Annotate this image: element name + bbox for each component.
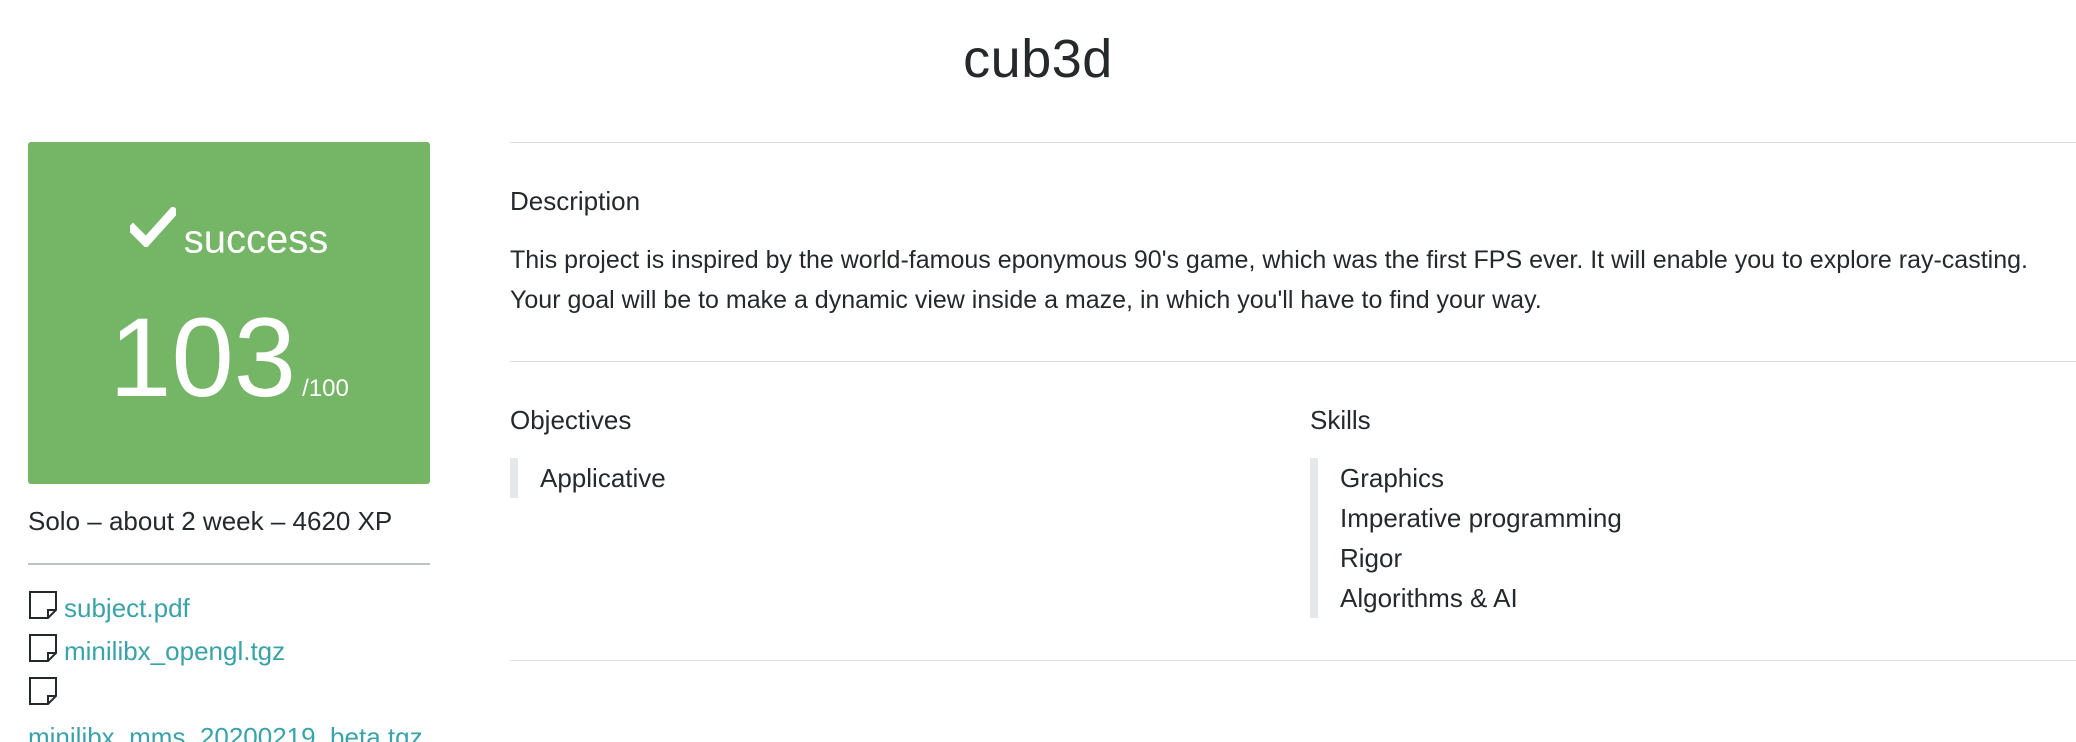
list-item: Applicative: [540, 463, 666, 493]
description-heading: Description: [510, 186, 641, 216]
skills-list: Graphics Imperative programming Rigor Al…: [1310, 458, 1622, 618]
score-card: success 103/100: [28, 142, 430, 484]
list-item: Imperative programming: [1340, 503, 1622, 533]
checkmark-icon: [126, 206, 180, 259]
status-row: success: [28, 206, 430, 264]
document-icon: [28, 633, 58, 674]
attachment-link[interactable]: minilibx_opengl.tgz: [64, 636, 285, 666]
divider: [510, 142, 2076, 143]
document-icon: [28, 590, 58, 631]
attachment-item[interactable]: minilibx_mms_20200219_beta.tgz: [28, 676, 448, 742]
description-text: This project is inspired by the world-fa…: [510, 246, 2028, 314]
divider: [510, 361, 2076, 362]
divider: [28, 563, 430, 565]
attachment-link[interactable]: minilibx_mms_20200219_beta.tgz: [28, 722, 423, 742]
objectives-heading: Objectives: [510, 405, 632, 435]
attachment-link[interactable]: subject.pdf: [64, 593, 190, 623]
objectives-list: Applicative: [510, 458, 666, 498]
score-row: 103/100: [28, 302, 430, 414]
score-value: 103: [109, 295, 297, 420]
skills-heading: Skills: [1310, 405, 1371, 435]
divider: [510, 660, 2076, 661]
score-max: /100: [302, 375, 349, 402]
project-page: cub3d success 103/100 Solo – about 2 wee…: [0, 0, 2076, 742]
attachments-list: subject.pdf minilibx_opengl.tgz minilibx…: [28, 588, 448, 742]
document-icon: [28, 676, 442, 717]
list-item: Rigor: [1340, 543, 1403, 573]
page-title: cub3d: [963, 29, 1113, 89]
attachment-item[interactable]: subject.pdf: [28, 588, 448, 631]
list-item: Graphics: [1340, 463, 1445, 493]
project-meta: Solo – about 2 week – 4620 XP: [28, 506, 393, 536]
status-label: success: [183, 217, 329, 262]
attachment-item[interactable]: minilibx_opengl.tgz: [28, 631, 448, 674]
list-item: Algorithms & AI: [1340, 583, 1518, 613]
